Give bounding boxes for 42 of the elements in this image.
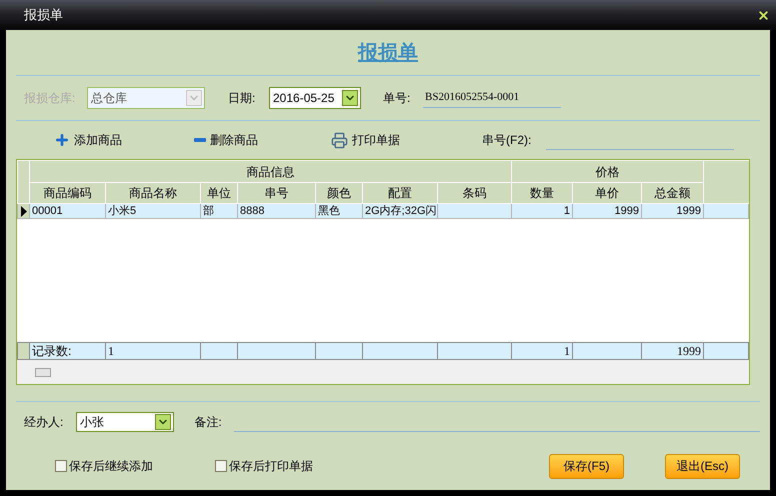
option-checkbox[interactable]: 保存后打印单据 bbox=[215, 457, 375, 475]
plus-icon bbox=[54, 132, 70, 148]
serial-label: 串号(F2): bbox=[482, 132, 532, 149]
table-cell: 部 bbox=[203, 204, 214, 216]
date-picker[interactable]: 2016-05-25 bbox=[269, 87, 361, 109]
date-label: 日期: bbox=[228, 90, 256, 107]
number-field[interactable]: BS2016052554-0001 bbox=[423, 88, 561, 108]
summary-cell: 1 bbox=[108, 344, 114, 358]
table-cell: 2G内存;32G闪 bbox=[365, 204, 437, 216]
column-group-header: 商品信息 bbox=[30, 160, 512, 182]
table-cell: 黑色 bbox=[318, 204, 340, 216]
summary-cell: 1 bbox=[564, 344, 570, 358]
table-cell: 1 bbox=[564, 204, 570, 216]
printer-icon bbox=[331, 132, 348, 148]
table-row[interactable]: 00001 小米5 部 8888 黑色 2G内存;32G闪 1 1999 1999 bbox=[18, 204, 748, 218]
note-label: 备注: bbox=[194, 414, 223, 431]
table-cell: 00001 bbox=[32, 204, 63, 216]
action-button[interactable]: 退出(Esc) bbox=[665, 454, 740, 478]
table-cell: 小米5 bbox=[108, 204, 136, 216]
toolbar-button[interactable]: 删除商品 bbox=[194, 131, 331, 149]
column-group-header: 价格 bbox=[512, 160, 704, 182]
handler-label: 经办人: bbox=[24, 414, 64, 431]
action-button[interactable]: 保存(F5) bbox=[549, 454, 624, 478]
table-cell: 1999 bbox=[614, 204, 639, 216]
table-cell: 1999 bbox=[676, 204, 702, 216]
toolbar-button[interactable]: 添加商品 bbox=[54, 131, 194, 149]
toolbar-button[interactable]: 打印单据 bbox=[331, 131, 468, 149]
summary-cell: 记录数: bbox=[32, 344, 72, 358]
row-pointer-icon bbox=[20, 206, 28, 216]
summary-cell: 1999 bbox=[677, 344, 702, 358]
checkbox[interactable] bbox=[215, 460, 227, 472]
option-checkbox[interactable]: 保存后继续添加 bbox=[55, 457, 215, 475]
close-icon[interactable] bbox=[757, 8, 770, 22]
form-heading: 报损单 bbox=[358, 41, 418, 66]
table-cell: 8888 bbox=[240, 204, 264, 216]
number-label: 单号: bbox=[383, 90, 412, 107]
handler-select[interactable]: 小张 bbox=[76, 412, 174, 432]
window-title: 报损单 bbox=[24, 6, 63, 24]
horizontal-scrollbar[interactable] bbox=[17, 360, 749, 384]
checkbox[interactable] bbox=[55, 460, 67, 472]
minus-icon bbox=[194, 138, 206, 142]
scroll-thumb[interactable] bbox=[35, 368, 51, 376]
